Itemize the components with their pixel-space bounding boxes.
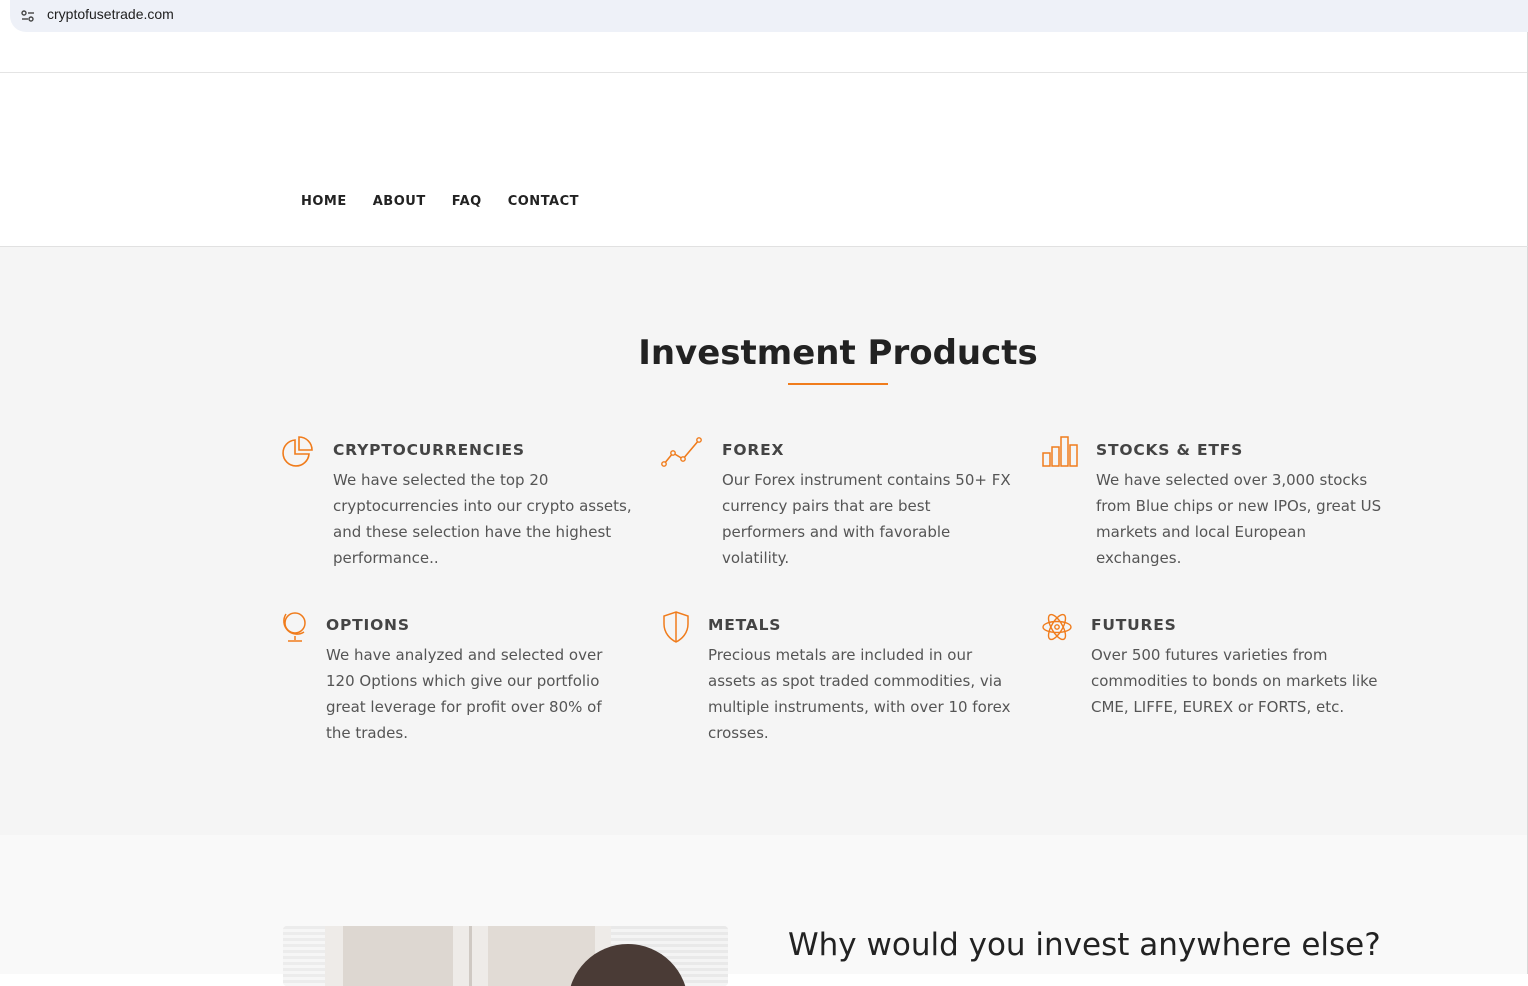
desc-line: performers and with favorable [722,523,951,541]
office-photo [283,926,728,986]
pie-chart-icon [282,436,313,467]
main-nav: HOME ABOUT FAQ CONTACT [301,194,605,209]
address-bar[interactable]: cryptofusetrade.com [10,0,1528,32]
desc-line: assets as spot traded commodities, via [708,672,1003,690]
product-desc: Precious metals are included in our asse… [708,642,1028,746]
shield-icon [663,611,689,643]
product-desc: We have selected the top 20 cryptocurren… [333,467,653,571]
title-underline [788,383,888,385]
window-pane [343,926,453,986]
product-name: STOCKS & ETFS [1096,441,1244,459]
desc-line: from Blue chips or new IPOs, great US [1096,497,1382,515]
why-title: Why would you invest anywhere else? [788,927,1381,963]
desc-line: markets and local European [1096,523,1306,541]
desc-line: the trades. [326,724,408,742]
section-title: Investment Products [638,333,1038,373]
nav-faq[interactable]: FAQ [452,194,482,209]
tune-icon[interactable] [20,8,36,24]
desc-line: great leverage for profit over 80% of [326,698,602,716]
desc-line: currency pairs that are best [722,497,931,515]
product-name: FOREX [722,441,785,459]
desc-line: We have analyzed and selected over [326,646,603,664]
desc-line: We have selected the top 20 [333,471,549,489]
product-name: OPTIONS [326,616,410,634]
product-name: FUTURES [1091,616,1177,634]
product-desc: Our Forex instrument contains 50+ FX cur… [722,467,1042,571]
desc-line: multiple instruments, with over 10 forex [708,698,1011,716]
desc-line: 120 Options which give our portfolio [326,672,600,690]
nav-contact[interactable]: CONTACT [508,194,579,209]
line-chart-icon [661,437,702,467]
window-frame [469,926,472,986]
url-text[interactable]: cryptofusetrade.com [47,6,174,22]
nav-about[interactable]: ABOUT [373,194,426,209]
desc-line: exchanges. [1096,549,1182,567]
desc-line: We have selected over 3,000 stocks [1096,471,1368,489]
investment-products-section: Investment Products CRYPTOCURRENCIES We … [0,247,1527,835]
atom-icon [1042,613,1072,641]
window-blinds [283,926,325,986]
product-name: METALS [708,616,782,634]
desc-line: performance.. [333,549,439,567]
divider [0,72,1528,73]
desc-line: CME, LIFFE, EUREX or FORTS, etc. [1091,698,1345,716]
desc-line: and these selection have the highest [333,523,612,541]
product-desc: Over 500 futures varieties from commodit… [1091,642,1411,720]
desc-line: cryptocurrencies into our crypto assets, [333,497,632,515]
why-section: Why would you invest anywhere else? [0,835,1527,986]
product-name: CRYPTOCURRENCIES [333,441,525,459]
desc-line: Precious metals are included in our [708,646,973,664]
desc-line: Our Forex instrument contains 50+ FX [722,471,1011,489]
globe-icon [283,612,306,642]
desc-line: commodities to bonds on markets like [1091,672,1378,690]
desc-line: Over 500 futures varieties from [1091,646,1328,664]
product-desc: We have analyzed and selected over 120 O… [326,642,646,746]
desc-line: volatility. [722,549,790,567]
nav-home[interactable]: HOME [301,194,347,209]
bar-chart-icon [1042,436,1078,467]
product-desc: We have selected over 3,000 stocks from … [1096,467,1416,571]
desc-line: crosses. [708,724,769,742]
